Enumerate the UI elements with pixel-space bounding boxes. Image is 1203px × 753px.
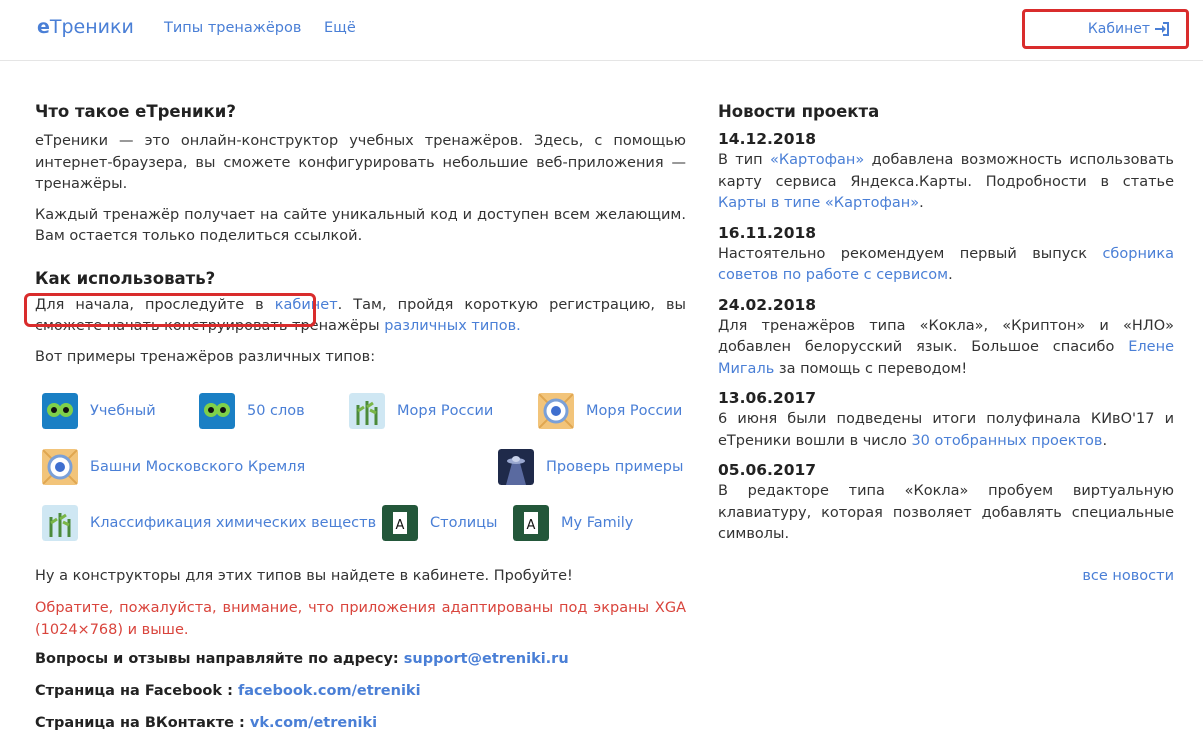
- news-text: Настоятельно рекомендуем первый выпуск с…: [718, 245, 1174, 284]
- cabinet-highlight-box: Кабинет: [1022, 9, 1189, 49]
- news-date: 05.06.2017: [718, 461, 817, 479]
- news-link[interactable]: «Картофан»: [770, 152, 864, 168]
- news-text: Для тренажёров типа «Кокла», «Криптон» и…: [718, 317, 1174, 377]
- vk-link[interactable]: vk.com/etreniki: [250, 715, 377, 731]
- owl-icon: [199, 393, 235, 429]
- example-uchebny[interactable]: Учебный: [42, 393, 156, 429]
- news-link[interactable]: 30 отобранных проектов: [911, 433, 1102, 449]
- examples-intro: Вот примеры тренажёров различных типов:: [35, 348, 376, 365]
- news-date: 16.11.2018: [718, 223, 817, 242]
- map-target-icon: [538, 393, 574, 429]
- example-klassifikaciya[interactable]: Классификация химических веществ: [42, 505, 376, 541]
- vk-line: Страница на ВКонтакте : vk.com/etreniki: [35, 715, 378, 731]
- news-text: 6 июня были подведены итоги полуфинала К…: [718, 411, 1174, 449]
- news-text: В редакторе типа «Кокла» пробуем виртуал…: [718, 483, 1174, 542]
- instruction-highlight-box: [24, 293, 316, 327]
- all-news-link[interactable]: все новости: [1082, 568, 1174, 584]
- example-my-family[interactable]: A My Family: [513, 505, 633, 541]
- about-column: Что такое еТреники? еТреники — это онлай…: [35, 102, 686, 368]
- card-a-icon: A: [382, 505, 418, 541]
- news-date: 13.06.2017: [718, 389, 817, 407]
- plants-icon: [42, 505, 78, 541]
- news-item: 05.06.2017 В редакторе типа «Кокла» проб…: [718, 461, 1174, 546]
- facebook-line: Страница на Facebook : facebook.com/etre…: [35, 683, 421, 699]
- news-column: Новости проекта 14.12.2018 В тип «Картоф…: [718, 102, 1174, 555]
- card-a-icon: A: [513, 505, 549, 541]
- news-date: 24.02.2018: [718, 295, 817, 314]
- news-date: 14.12.2018: [718, 130, 817, 148]
- svg-text:A: A: [527, 518, 536, 533]
- how-heading: Как использовать?: [35, 268, 216, 288]
- example-prover-primery[interactable]: Проверь примеры: [498, 449, 683, 485]
- what-heading: Что такое еТреники?: [35, 102, 236, 121]
- plants-icon: [349, 393, 385, 429]
- support-email-link[interactable]: support@etreniki.ru: [404, 651, 569, 667]
- login-icon: [1155, 22, 1169, 36]
- example-morya-rossii-2[interactable]: Моря России: [538, 393, 682, 429]
- example-bashni-kremlya[interactable]: Башни Московского Кремля: [42, 449, 305, 485]
- news-item: 14.12.2018 В тип «Картофан» добавлена во…: [718, 130, 1174, 215]
- owl-icon: [42, 393, 78, 429]
- nav-more[interactable]: Ещё: [324, 20, 356, 36]
- ufo-icon: [498, 449, 534, 485]
- types-inline-link[interactable]: различных типов.: [384, 318, 521, 334]
- brand-logo[interactable]: еТреники: [37, 16, 134, 38]
- example-stolicy[interactable]: A Столицы: [382, 505, 497, 541]
- top-navbar: еТреники Типы тренажёров Ещё Кабинет: [0, 0, 1203, 61]
- constructors-text: Ну а конструкторы для этих типов вы найд…: [35, 568, 573, 584]
- map-target-icon: [42, 449, 78, 485]
- news-text: В тип «Картофан» добавлена возможность и…: [718, 152, 1174, 211]
- example-morya-rossii-1[interactable]: Моря России: [349, 393, 493, 429]
- news-item: 13.06.2017 6 июня были подведены итоги п…: [718, 389, 1174, 452]
- what-paragraph-1: еТреники — это онлайн-конструктор учебны…: [35, 133, 686, 192]
- nav-trainer-types[interactable]: Типы тренажёров: [164, 20, 301, 36]
- example-50-slov[interactable]: 50 слов: [199, 393, 305, 429]
- what-paragraph-2: Каждый тренажёр получает на сайте уникал…: [35, 206, 686, 245]
- cabinet-link[interactable]: Кабинет: [1088, 21, 1170, 37]
- news-item: 16.11.2018 Настоятельно рекомендуем перв…: [718, 224, 1174, 287]
- xga-warning: Обратите, пожалуйста, внимание, что прил…: [35, 600, 686, 638]
- facebook-link[interactable]: facebook.com/etreniki: [238, 683, 421, 699]
- news-item: 24.02.2018 Для тренажёров типа «Кокла», …: [718, 296, 1174, 381]
- news-heading: Новости проекта: [718, 102, 880, 121]
- contact-line: Вопросы и отзывы направляйте по адресу: …: [35, 651, 569, 667]
- svg-text:A: A: [396, 518, 405, 533]
- news-link[interactable]: Карты в типе «Картофан»: [718, 195, 919, 211]
